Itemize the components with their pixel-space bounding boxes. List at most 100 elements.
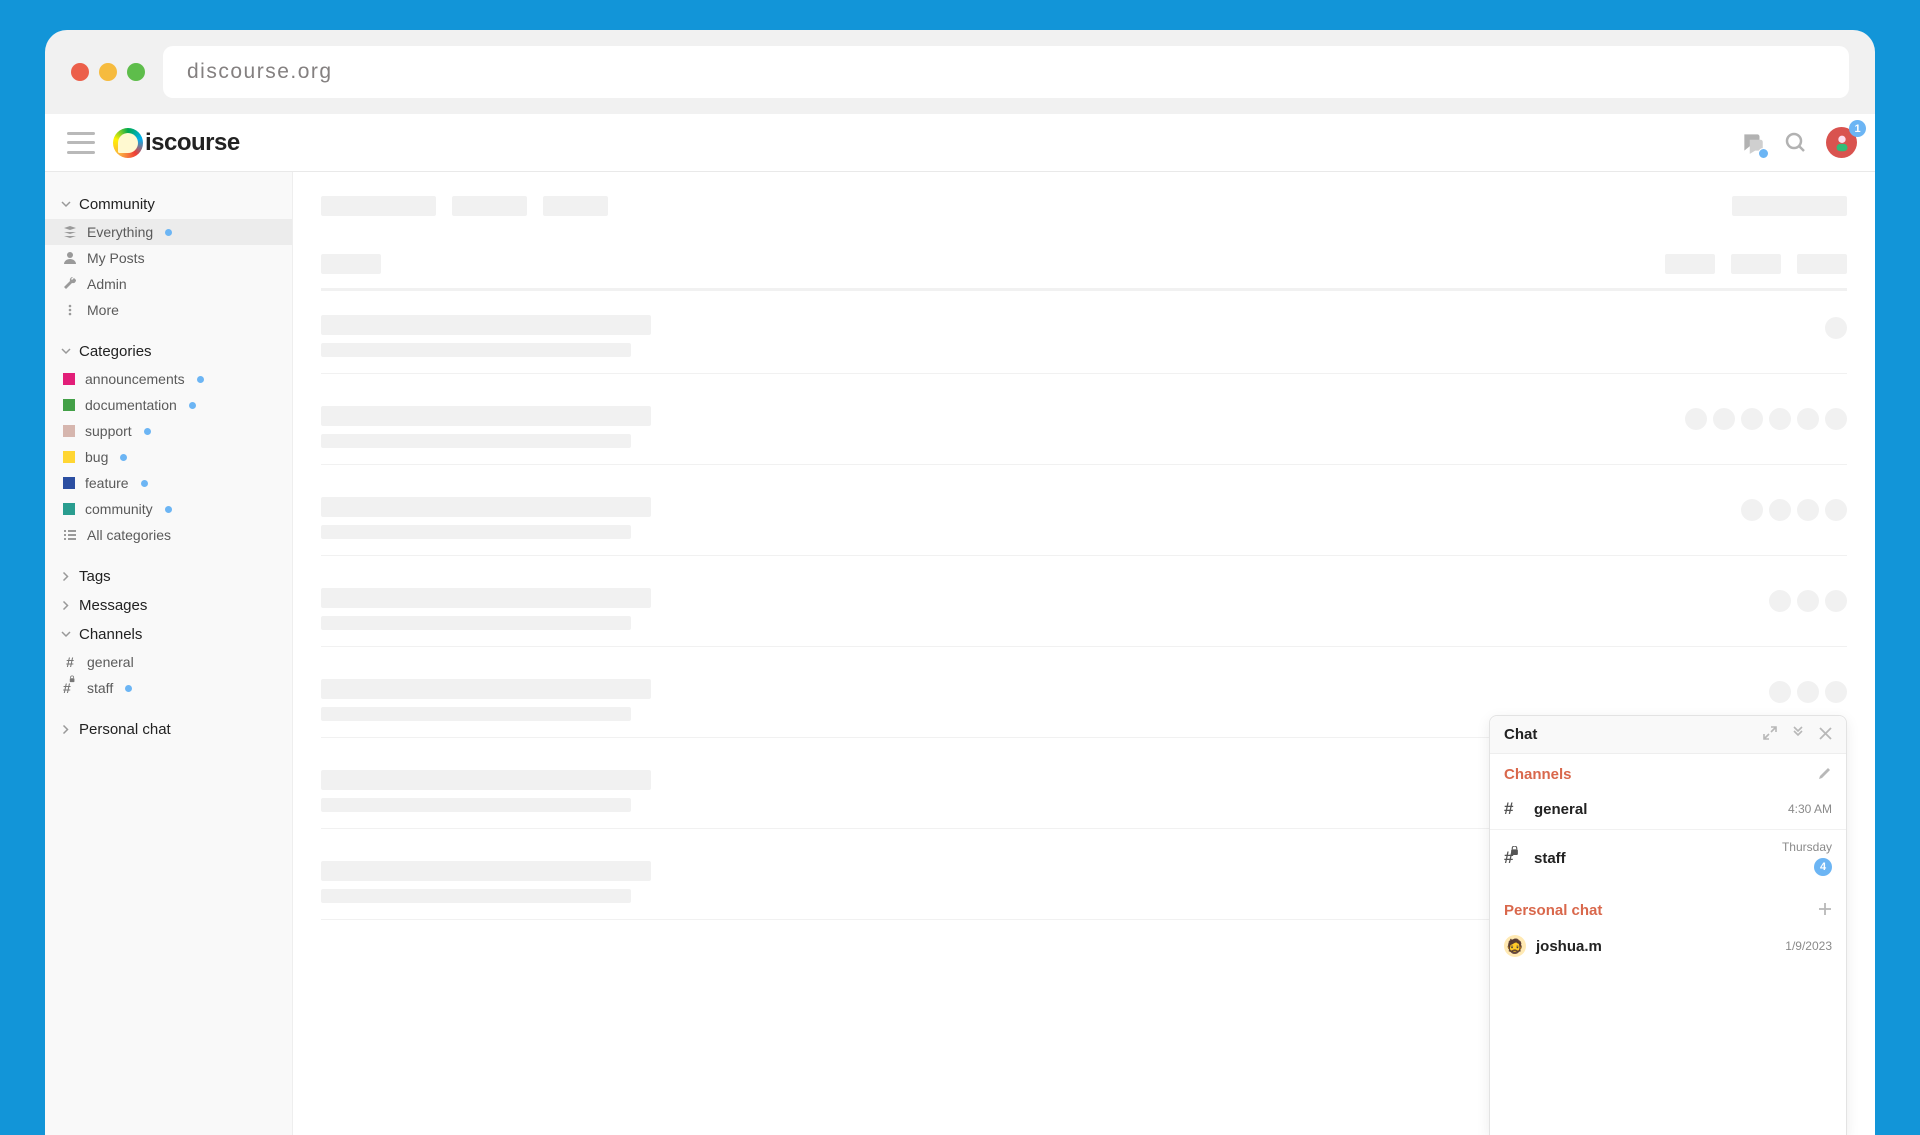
sidebar-item-label: All categories xyxy=(87,527,171,543)
topbar: iscourse 1 xyxy=(45,114,1875,172)
main-content: Chat Channels xyxy=(293,172,1875,1135)
chat-channel-time: 4:30 AM xyxy=(1788,802,1832,816)
browser-chrome: discourse.org xyxy=(45,30,1875,114)
hash-icon: # xyxy=(1504,799,1524,819)
sidebar-item-label: support xyxy=(85,423,132,439)
chevron-right-icon xyxy=(58,725,75,735)
sidebar-item-all-categories[interactable]: All categories xyxy=(45,522,292,548)
sidebar-section-categories[interactable]: Categories xyxy=(45,337,292,366)
search-icon[interactable] xyxy=(1784,131,1808,155)
ellipsis-vertical-icon xyxy=(63,303,77,317)
sidebar-category-announcements[interactable]: announcements xyxy=(45,366,292,392)
avatar-placeholder xyxy=(1713,408,1735,430)
collapse-icon[interactable] xyxy=(1791,726,1805,743)
edit-channels-icon[interactable] xyxy=(1818,766,1832,783)
sidebar-section-personal-chat[interactable]: Personal chat xyxy=(45,715,292,744)
sidebar-item-more[interactable]: More xyxy=(45,297,292,323)
sidebar-section-messages[interactable]: Messages xyxy=(45,591,292,620)
hamburger-menu-button[interactable] xyxy=(67,132,95,154)
sidebar-item-label: bug xyxy=(85,449,108,465)
sidebar-item-label: My Posts xyxy=(87,250,145,266)
chevron-right-icon xyxy=(58,572,75,582)
sidebar-category-bug[interactable]: bug xyxy=(45,444,292,470)
topic-skeleton xyxy=(321,315,1847,374)
chevron-right-icon xyxy=(58,601,75,611)
sidebar-channel-staff[interactable]: # staff xyxy=(45,675,292,701)
sidebar-item-label: feature xyxy=(85,475,129,491)
category-color-swatch xyxy=(63,373,75,385)
sidebar-item-label: Everything xyxy=(87,224,153,240)
unread-count-badge: 4 xyxy=(1814,858,1832,876)
sidebar-channel-general[interactable]: # general xyxy=(45,649,292,675)
app: iscourse 1 xyxy=(45,114,1875,1135)
unread-dot-icon xyxy=(141,480,148,487)
list-icon xyxy=(63,528,77,542)
sidebar-section-tags[interactable]: Tags xyxy=(45,562,292,591)
expand-icon[interactable] xyxy=(1763,726,1777,743)
chevron-down-icon xyxy=(61,343,71,360)
sidebar-item-everything[interactable]: Everything xyxy=(45,219,292,245)
unread-dot-icon xyxy=(165,229,172,236)
traffic-light-close[interactable] xyxy=(71,63,89,81)
chat-personal-time: 1/9/2023 xyxy=(1785,939,1832,953)
sidebar-section-community[interactable]: Community xyxy=(45,190,292,219)
sidebar-category-feature[interactable]: feature xyxy=(45,470,292,496)
unread-dot-icon xyxy=(120,454,127,461)
close-icon[interactable] xyxy=(1819,727,1832,743)
sidebar-category-documentation[interactable]: documentation xyxy=(45,392,292,418)
chat-channel-name: general xyxy=(1534,801,1788,818)
hash-icon: # xyxy=(63,654,77,670)
chat-drawer: Chat Channels xyxy=(1489,715,1847,1135)
sidebar-item-admin[interactable]: Admin xyxy=(45,271,292,297)
section-header-label: Channels xyxy=(79,626,142,643)
section-header-label: Categories xyxy=(79,343,152,360)
site-logo[interactable]: iscourse xyxy=(113,128,240,158)
avatar-placeholder xyxy=(1797,590,1819,612)
traffic-light-minimize[interactable] xyxy=(99,63,117,81)
chat-drawer-header: Chat xyxy=(1490,716,1846,754)
sidebar-item-my-posts[interactable]: My Posts xyxy=(45,245,292,271)
chevron-down-icon xyxy=(61,626,71,643)
chat-channel-staff[interactable]: # staff Thursday4 xyxy=(1490,830,1846,886)
section-header-label: Messages xyxy=(79,597,147,614)
category-color-swatch xyxy=(63,503,75,515)
unread-dot-icon xyxy=(165,506,172,513)
user-avatar: 🧔 xyxy=(1504,935,1526,957)
sidebar-category-support[interactable]: support xyxy=(45,418,292,444)
chevron-down-icon xyxy=(61,196,71,213)
chat-personal-name: joshua.m xyxy=(1536,938,1785,955)
chat-channel-general[interactable]: # general 4:30 AM xyxy=(1490,789,1846,830)
chat-unread-dot-icon xyxy=(1758,148,1769,159)
avatar-placeholder xyxy=(1797,681,1819,703)
unread-dot-icon xyxy=(197,376,204,383)
sidebar-section-channels[interactable]: Channels xyxy=(45,620,292,649)
chat-drawer-title: Chat xyxy=(1504,726,1749,743)
chat-personal-joshua.m[interactable]: 🧔 joshua.m 1/9/2023 xyxy=(1490,925,1846,967)
chat-personal-label: Personal chat xyxy=(1504,902,1818,919)
sidebar-item-label: More xyxy=(87,302,119,318)
url-bar[interactable]: discourse.org xyxy=(163,46,1849,98)
hash-icon: # xyxy=(63,680,77,696)
category-color-swatch xyxy=(63,451,75,463)
unread-dot-icon xyxy=(189,402,196,409)
sidebar-item-label: community xyxy=(85,501,153,517)
sidebar-item-label: announcements xyxy=(85,371,185,387)
sidebar-category-community[interactable]: community xyxy=(45,496,292,522)
sidebar-item-label: documentation xyxy=(85,397,177,413)
browser-window: discourse.org iscourse xyxy=(45,30,1875,1135)
traffic-light-maximize[interactable] xyxy=(127,63,145,81)
avatar-placeholder xyxy=(1797,408,1819,430)
current-user-avatar[interactable]: 1 xyxy=(1826,127,1857,158)
avatar-placeholder xyxy=(1769,681,1791,703)
chat-channel-time: Thursday xyxy=(1782,840,1832,854)
sidebar-item-label: staff xyxy=(87,680,113,696)
stack-icon xyxy=(63,225,77,239)
chat-channel-name: staff xyxy=(1534,850,1782,867)
sidebar-item-label: Admin xyxy=(87,276,127,292)
avatar-placeholder xyxy=(1769,408,1791,430)
add-personal-chat-icon[interactable] xyxy=(1818,902,1832,919)
avatar-placeholder xyxy=(1797,499,1819,521)
traffic-lights xyxy=(71,63,145,81)
chat-icon[interactable] xyxy=(1740,130,1766,156)
sidebar-item-label: general xyxy=(87,654,134,670)
